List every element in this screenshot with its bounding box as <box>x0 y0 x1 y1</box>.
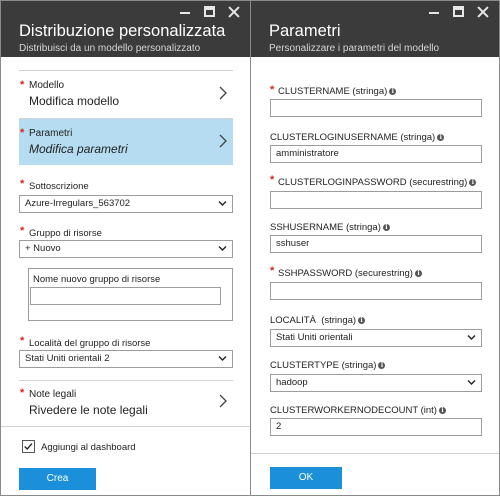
pin-to-dashboard-label: Aggiungi al dashboard <box>41 442 136 453</box>
param-label-text: CLUSTERLOGINUSERNAME (stringa) <box>270 132 436 143</box>
subscription-label: Sottoscrizione <box>29 181 89 192</box>
minimize-icon[interactable] <box>179 6 191 17</box>
resource-group-value: + Nuovo <box>25 243 61 254</box>
info-icon[interactable]: i <box>437 134 445 141</box>
chevron-down-icon <box>218 246 227 251</box>
minimize-icon[interactable] <box>428 6 440 17</box>
param-label-text: CLUSTERLOGINPASSWORD (securestring) <box>278 177 468 188</box>
maximize-icon[interactable] <box>453 6 464 17</box>
info-icon[interactable]: i <box>358 317 366 324</box>
clusterloginusername-input[interactable]: amministratore <box>270 145 482 163</box>
clustertype-select[interactable]: hadoop <box>270 374 482 392</box>
param-label-clustername: CLUSTERNAME (stringa) i <box>278 86 397 97</box>
pin-to-dashboard-checkbox[interactable] <box>22 440 35 453</box>
param-label-location: LOCALITÀ (stringa) i <box>270 315 366 326</box>
blade-title: Parametri <box>269 22 341 40</box>
new-resource-group-label: Nome nuovo gruppo di risorse <box>33 274 161 285</box>
param-value: Stati Uniti orientali <box>276 332 353 343</box>
nav-item-label: Note legali <box>29 389 77 400</box>
close-icon[interactable] <box>228 6 240 17</box>
window-controls <box>179 6 240 17</box>
footer-divider <box>1 426 250 427</box>
maximize-icon[interactable] <box>204 6 215 17</box>
resource-group-select[interactable]: + Nuovo <box>19 240 233 258</box>
info-icon[interactable]: i <box>414 270 422 277</box>
blade-subtitle: Personalizzare i parametri del modello <box>269 43 440 54</box>
param-label-clustertype: CLUSTERTYPE (stringa) i <box>270 360 386 371</box>
param-value: sshuser <box>276 238 310 249</box>
param-label-text: CLUSTERWORKERNODECOUNT (int) <box>270 405 437 416</box>
param-label-text: CLUSTERTYPE (stringa) <box>270 360 377 371</box>
nav-item-label: Modello <box>29 80 65 91</box>
resource-group-label: Gruppo di risorse <box>29 228 102 239</box>
chevron-right-icon <box>219 394 227 408</box>
required-marker: * <box>20 335 25 347</box>
location-value: Stati Uniti orientali 2 <box>25 353 110 364</box>
blade-title: Distribuzione personalizzata <box>19 22 226 40</box>
required-marker: * <box>20 178 25 190</box>
nav-item-value: Modifica parametri <box>29 142 128 156</box>
param-label-clusterloginpassword: CLUSTERLOGINPASSWORD (securestring) i <box>278 177 477 188</box>
param-label-text: LOCALITÀ (stringa) <box>270 315 357 326</box>
subscription-select[interactable]: Azure-Irregulars_563702 <box>19 195 233 213</box>
param-value: hadoop <box>276 377 308 388</box>
sshpassword-input[interactable] <box>270 282 482 300</box>
param-label-text: CLUSTERNAME (stringa) <box>278 86 388 97</box>
subscription-value: Azure-Irregulars_563702 <box>25 198 131 209</box>
param-label-sshusername: SSHUSERNAME (stringa) i <box>270 222 390 233</box>
nav-item-label: Parametri <box>29 128 73 139</box>
nav-item-legal-terms[interactable]: * Note legali Rivedere le note legali <box>19 381 233 423</box>
chevron-right-icon <box>219 86 227 100</box>
checkmark-icon <box>24 443 33 451</box>
nav-item-template[interactable]: * Modello Modifica modello <box>19 71 233 117</box>
location-select[interactable]: Stati Uniti orientali 2 <box>19 350 233 368</box>
required-marker: * <box>20 225 25 237</box>
workernodecount-input[interactable]: 2 <box>270 418 482 436</box>
required-marker: * <box>20 79 25 91</box>
info-icon[interactable]: i <box>469 179 477 186</box>
info-icon[interactable]: i <box>378 362 386 369</box>
param-label-workernodecount: CLUSTERWORKERNODECOUNT (int) i <box>270 405 446 416</box>
footer-divider <box>251 453 499 454</box>
param-value: 2 <box>276 421 282 432</box>
clustername-input[interactable] <box>270 99 482 117</box>
nav-item-value: Modifica modello <box>29 94 120 108</box>
required-marker: * <box>270 174 275 186</box>
sshusername-input[interactable]: sshuser <box>270 235 482 253</box>
param-label-sshpassword: SSHPASSWORD (securestring) i <box>278 268 422 279</box>
param-label-text: SSHUSERNAME (stringa) <box>270 222 381 233</box>
location-param-select[interactable]: Stati Uniti orientali <box>270 329 482 347</box>
param-label-clusterloginusername: CLUSTERLOGINUSERNAME (stringa) i <box>270 132 445 143</box>
clusterloginpassword-input[interactable] <box>270 191 482 209</box>
new-resource-group-input[interactable] <box>30 287 221 305</box>
nav-item-value: Rivedere le note legali <box>29 403 148 417</box>
blade-subtitle: Distribuisci da un modello personalizzat… <box>19 43 201 54</box>
required-marker: * <box>270 84 275 96</box>
create-button[interactable]: Crea <box>19 468 96 490</box>
param-value: amministratore <box>276 148 339 159</box>
chevron-down-icon <box>218 201 227 206</box>
close-icon[interactable] <box>477 6 489 17</box>
location-label: Località del gruppo di risorse <box>29 338 151 349</box>
info-icon[interactable]: i <box>438 407 446 414</box>
required-marker: * <box>20 387 25 399</box>
new-resource-group-panel: Nome nuovo gruppo di risorse <box>28 268 233 321</box>
window-controls <box>428 6 489 17</box>
blade-custom-deployment: Distribuzione personalizzata Distribuisc… <box>0 0 251 496</box>
required-marker: * <box>270 265 275 277</box>
param-label-text: SSHPASSWORD (securestring) <box>278 268 413 279</box>
blade-header: Parametri Personalizzare i parametri del… <box>251 1 499 57</box>
info-icon[interactable]: i <box>389 88 397 95</box>
blade-header: Distribuzione personalizzata Distribuisc… <box>1 1 250 57</box>
required-marker: * <box>20 127 25 139</box>
nav-item-parameters[interactable]: * Parametri Modifica parametri <box>19 119 233 165</box>
info-icon[interactable]: i <box>382 224 390 231</box>
chevron-down-icon <box>218 356 227 361</box>
chevron-down-icon <box>467 335 476 340</box>
ok-button[interactable]: OK <box>270 467 342 489</box>
chevron-down-icon <box>467 380 476 385</box>
chevron-right-icon <box>219 134 227 148</box>
blade-parameters: Parametri Personalizzare i parametri del… <box>250 0 500 496</box>
